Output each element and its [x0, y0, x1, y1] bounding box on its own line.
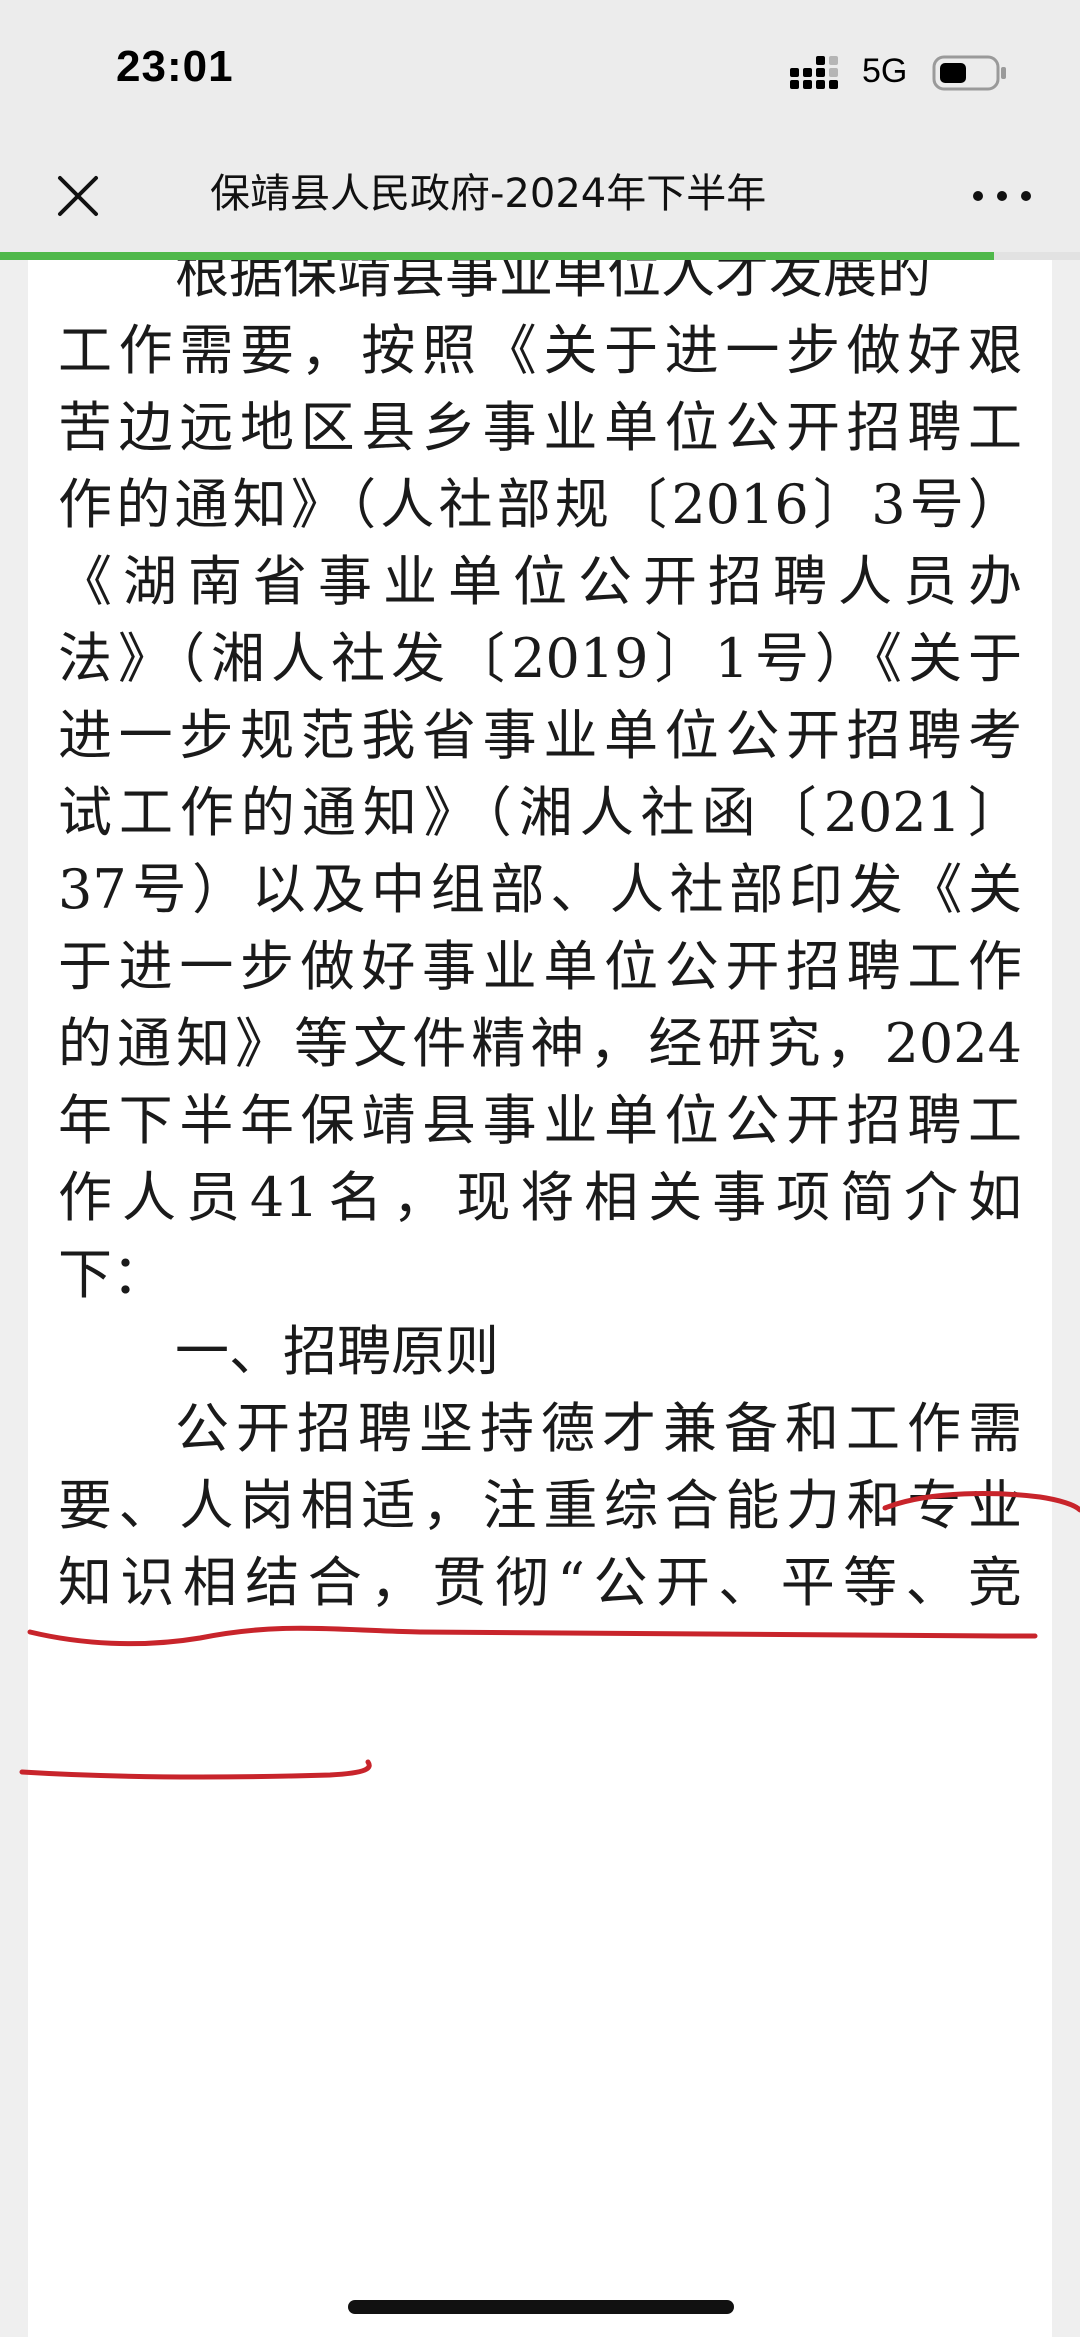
progress-fill [0, 252, 994, 260]
status-time: 23:01 [116, 42, 234, 91]
page-title: 保靖县人民政府-2024年下半年 [210, 171, 767, 217]
home-indicator [348, 2300, 734, 2314]
article-content: 根据保靖县事业单位人才发展的 工作需要，按照《关于进一步做好艰 苦边远地区县乡事… [28, 260, 1052, 2337]
battery-icon [932, 55, 1006, 91]
signal-icon [790, 56, 838, 89]
network-label: 5G [862, 52, 908, 90]
paragraph-line: 知识相结合，贯彻“公开、平等、竞 [58, 1551, 1022, 1614]
close-icon[interactable] [52, 170, 104, 222]
more-icon[interactable] [970, 184, 1034, 208]
status-bar: 23:01 5G [0, 0, 1080, 140]
page-load-progress [0, 252, 1080, 260]
nav-bar: 保靖县人民政府-2024年下半年 [0, 140, 1080, 252]
